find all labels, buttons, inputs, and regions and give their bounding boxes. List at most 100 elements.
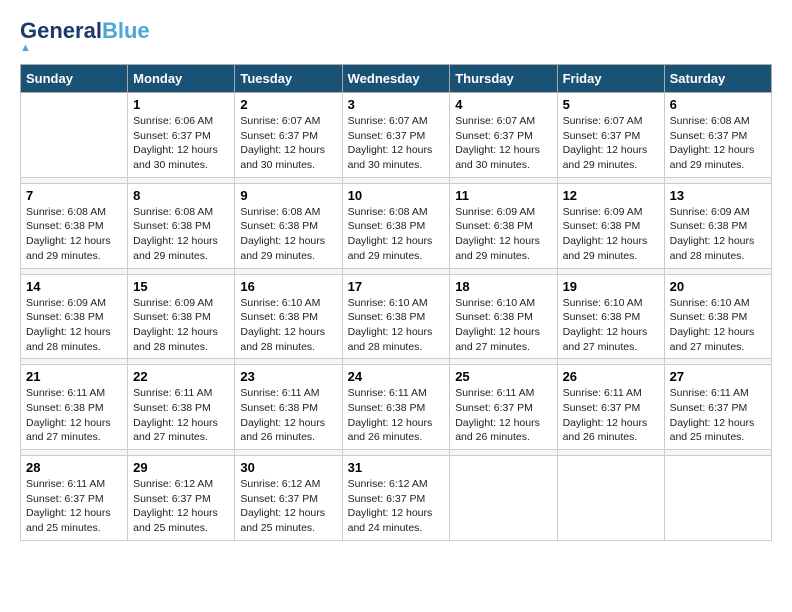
calendar-cell: 15 Sunrise: 6:09 AM Sunset: 6:38 PM Dayli… bbox=[128, 274, 235, 359]
day-info: Sunrise: 6:09 AM Sunset: 6:38 PM Dayligh… bbox=[455, 205, 551, 264]
day-info: Sunrise: 6:08 AM Sunset: 6:38 PM Dayligh… bbox=[133, 205, 229, 264]
day-info: Sunrise: 6:11 AM Sunset: 6:38 PM Dayligh… bbox=[26, 386, 122, 445]
day-number: 2 bbox=[240, 97, 336, 112]
calendar-cell: 19 Sunrise: 6:10 AM Sunset: 6:38 PM Dayli… bbox=[557, 274, 664, 359]
weekday-header-saturday: Saturday bbox=[664, 65, 771, 93]
day-number: 9 bbox=[240, 188, 336, 203]
day-number: 28 bbox=[26, 460, 122, 475]
day-info: Sunrise: 6:11 AM Sunset: 6:38 PM Dayligh… bbox=[133, 386, 229, 445]
calendar-cell: 4 Sunrise: 6:07 AM Sunset: 6:37 PM Daylig… bbox=[450, 93, 557, 178]
calendar-cell: 22Sunrise: 6:11 AM Sunset: 6:38 PM Dayli… bbox=[128, 365, 235, 450]
day-number: 12 bbox=[563, 188, 659, 203]
day-info: Sunrise: 6:11 AM Sunset: 6:38 PM Dayligh… bbox=[348, 386, 445, 445]
calendar-cell: 3 Sunrise: 6:07 AM Sunset: 6:37 PM Daylig… bbox=[342, 93, 450, 178]
day-number: 7 bbox=[26, 188, 122, 203]
day-info: Sunrise: 6:09 AM Sunset: 6:38 PM Dayligh… bbox=[670, 205, 766, 264]
day-number: 8 bbox=[133, 188, 229, 203]
day-info: Sunrise: 6:07 AM Sunset: 6:37 PM Dayligh… bbox=[348, 114, 445, 173]
week-row-5: 28 Sunrise: 6:11 AM Sunset: 6:37 PM Dayli… bbox=[21, 456, 772, 541]
calendar: SundayMondayTuesdayWednesdayThursdayFrid… bbox=[20, 64, 772, 541]
logo-tagline: ▲ bbox=[20, 42, 32, 54]
day-info: Sunrise: 6:11 AM Sunset: 6:37 PM Dayligh… bbox=[563, 386, 659, 445]
day-info: Sunrise: 6:09 AM Sunset: 6:38 PM Dayligh… bbox=[133, 296, 229, 355]
calendar-cell bbox=[664, 456, 771, 541]
day-number: 30 bbox=[240, 460, 336, 475]
logo: GeneralBlue ▲ bbox=[20, 20, 150, 54]
day-info: Sunrise: 6:07 AM Sunset: 6:37 PM Dayligh… bbox=[240, 114, 336, 173]
day-info: Sunrise: 6:10 AM Sunset: 6:38 PM Dayligh… bbox=[348, 296, 445, 355]
day-info: Sunrise: 6:10 AM Sunset: 6:38 PM Dayligh… bbox=[240, 296, 336, 355]
day-number: 23 bbox=[240, 369, 336, 384]
week-row-1: 1 Sunrise: 6:06 AM Sunset: 6:37 PM Daylig… bbox=[21, 93, 772, 178]
calendar-cell: 5Sunrise: 6:07 AM Sunset: 6:37 PM Daylig… bbox=[557, 93, 664, 178]
calendar-cell: 1 Sunrise: 6:06 AM Sunset: 6:37 PM Daylig… bbox=[128, 93, 235, 178]
day-info: Sunrise: 6:12 AM Sunset: 6:37 PM Dayligh… bbox=[133, 477, 229, 536]
calendar-cell: 7 Sunrise: 6:08 AM Sunset: 6:38 PM Daylig… bbox=[21, 183, 128, 268]
day-info: Sunrise: 6:11 AM Sunset: 6:38 PM Dayligh… bbox=[240, 386, 336, 445]
day-number: 19 bbox=[563, 279, 659, 294]
day-number: 11 bbox=[455, 188, 551, 203]
week-row-3: 14Sunrise: 6:09 AM Sunset: 6:38 PM Dayli… bbox=[21, 274, 772, 359]
day-number: 15 bbox=[133, 279, 229, 294]
day-number: 3 bbox=[348, 97, 445, 112]
week-row-2: 7 Sunrise: 6:08 AM Sunset: 6:38 PM Daylig… bbox=[21, 183, 772, 268]
day-info: Sunrise: 6:10 AM Sunset: 6:38 PM Dayligh… bbox=[563, 296, 659, 355]
weekday-header-wednesday: Wednesday bbox=[342, 65, 450, 93]
calendar-cell: 17 Sunrise: 6:10 AM Sunset: 6:38 PM Dayli… bbox=[342, 274, 450, 359]
weekday-header-monday: Monday bbox=[128, 65, 235, 93]
day-number: 31 bbox=[348, 460, 445, 475]
day-info: Sunrise: 6:07 AM Sunset: 6:37 PM Dayligh… bbox=[455, 114, 551, 173]
day-number: 13 bbox=[670, 188, 766, 203]
calendar-cell: 18Sunrise: 6:10 AM Sunset: 6:38 PM Dayli… bbox=[450, 274, 557, 359]
weekday-header-thursday: Thursday bbox=[450, 65, 557, 93]
day-info: Sunrise: 6:08 AM Sunset: 6:38 PM Dayligh… bbox=[348, 205, 445, 264]
logo-blue: Blue bbox=[102, 18, 150, 43]
day-number: 10 bbox=[348, 188, 445, 203]
calendar-cell: 21 Sunrise: 6:11 AM Sunset: 6:38 PM Dayli… bbox=[21, 365, 128, 450]
day-number: 29 bbox=[133, 460, 229, 475]
day-info: Sunrise: 6:11 AM Sunset: 6:37 PM Dayligh… bbox=[670, 386, 766, 445]
calendar-cell: 8 Sunrise: 6:08 AM Sunset: 6:38 PM Daylig… bbox=[128, 183, 235, 268]
day-number: 6 bbox=[670, 97, 766, 112]
day-number: 20 bbox=[670, 279, 766, 294]
calendar-cell bbox=[21, 93, 128, 178]
calendar-cell: 25Sunrise: 6:11 AM Sunset: 6:37 PM Dayli… bbox=[450, 365, 557, 450]
calendar-cell: 30 Sunrise: 6:12 AM Sunset: 6:37 PM Dayli… bbox=[235, 456, 342, 541]
calendar-cell: 27 Sunrise: 6:11 AM Sunset: 6:37 PM Dayli… bbox=[664, 365, 771, 450]
day-number: 27 bbox=[670, 369, 766, 384]
day-number: 25 bbox=[455, 369, 551, 384]
calendar-cell: 16 Sunrise: 6:10 AM Sunset: 6:38 PM Dayli… bbox=[235, 274, 342, 359]
calendar-cell: 29 Sunrise: 6:12 AM Sunset: 6:37 PM Dayli… bbox=[128, 456, 235, 541]
calendar-cell: 6 Sunrise: 6:08 AM Sunset: 6:37 PM Daylig… bbox=[664, 93, 771, 178]
day-number: 16 bbox=[240, 279, 336, 294]
day-info: Sunrise: 6:09 AM Sunset: 6:38 PM Dayligh… bbox=[563, 205, 659, 264]
calendar-cell bbox=[557, 456, 664, 541]
calendar-cell: 31Sunrise: 6:12 AM Sunset: 6:37 PM Dayli… bbox=[342, 456, 450, 541]
weekday-header-tuesday: Tuesday bbox=[235, 65, 342, 93]
calendar-cell: 9 Sunrise: 6:08 AM Sunset: 6:38 PM Daylig… bbox=[235, 183, 342, 268]
calendar-cell: 14Sunrise: 6:09 AM Sunset: 6:38 PM Dayli… bbox=[21, 274, 128, 359]
day-number: 24 bbox=[348, 369, 445, 384]
weekday-header-friday: Friday bbox=[557, 65, 664, 93]
day-info: Sunrise: 6:08 AM Sunset: 6:38 PM Dayligh… bbox=[26, 205, 122, 264]
day-number: 1 bbox=[133, 97, 229, 112]
day-info: Sunrise: 6:06 AM Sunset: 6:37 PM Dayligh… bbox=[133, 114, 229, 173]
logo-text: GeneralBlue bbox=[20, 20, 150, 42]
day-number: 17 bbox=[348, 279, 445, 294]
day-info: Sunrise: 6:08 AM Sunset: 6:38 PM Dayligh… bbox=[240, 205, 336, 264]
calendar-cell: 24 Sunrise: 6:11 AM Sunset: 6:38 PM Dayli… bbox=[342, 365, 450, 450]
calendar-cell: 28 Sunrise: 6:11 AM Sunset: 6:37 PM Dayli… bbox=[21, 456, 128, 541]
day-number: 4 bbox=[455, 97, 551, 112]
day-info: Sunrise: 6:12 AM Sunset: 6:37 PM Dayligh… bbox=[240, 477, 336, 536]
calendar-cell: 11 Sunrise: 6:09 AM Sunset: 6:38 PM Dayli… bbox=[450, 183, 557, 268]
day-number: 21 bbox=[26, 369, 122, 384]
day-info: Sunrise: 6:08 AM Sunset: 6:37 PM Dayligh… bbox=[670, 114, 766, 173]
day-info: Sunrise: 6:11 AM Sunset: 6:37 PM Dayligh… bbox=[26, 477, 122, 536]
day-number: 26 bbox=[563, 369, 659, 384]
calendar-cell: 10 Sunrise: 6:08 AM Sunset: 6:38 PM Dayli… bbox=[342, 183, 450, 268]
weekday-header-row: SundayMondayTuesdayWednesdayThursdayFrid… bbox=[21, 65, 772, 93]
calendar-cell: 20Sunrise: 6:10 AM Sunset: 6:38 PM Dayli… bbox=[664, 274, 771, 359]
day-info: Sunrise: 6:10 AM Sunset: 6:38 PM Dayligh… bbox=[455, 296, 551, 355]
calendar-cell: 26 Sunrise: 6:11 AM Sunset: 6:37 PM Dayli… bbox=[557, 365, 664, 450]
calendar-cell: 2 Sunrise: 6:07 AM Sunset: 6:37 PM Daylig… bbox=[235, 93, 342, 178]
